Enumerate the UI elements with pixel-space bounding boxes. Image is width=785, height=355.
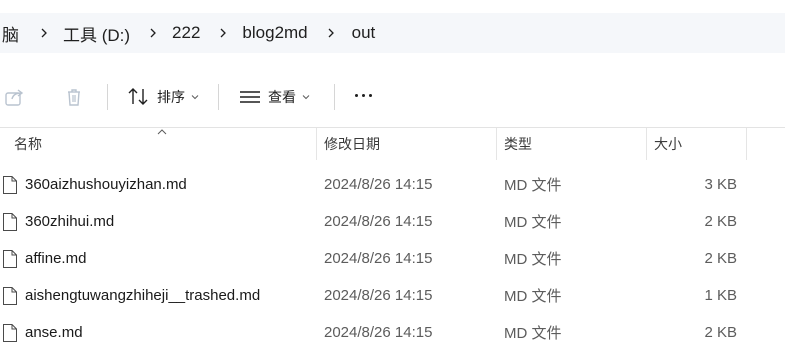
trash-icon[interactable] <box>63 86 85 108</box>
column-header-size[interactable]: 大小 <box>654 128 682 160</box>
view-label: 查看 <box>268 89 296 105</box>
share-icon[interactable] <box>4 86 26 108</box>
file-name: 360zhihui.md <box>25 213 115 230</box>
chevron-down-icon <box>302 95 310 100</box>
column-header-date[interactable]: 修改日期 <box>324 128 380 160</box>
file-size: 3 KB <box>704 176 737 193</box>
breadcrumb-item-222[interactable]: 222 <box>172 23 200 43</box>
file-size: 2 KB <box>704 213 737 230</box>
file-date: 2024/8/26 14:15 <box>324 250 433 267</box>
sort-label: 排序 <box>157 89 185 105</box>
chevron-right-icon[interactable] <box>206 28 240 38</box>
view-list-icon <box>240 91 260 103</box>
file-name: anse.md <box>25 324 83 341</box>
file-icon <box>3 324 17 342</box>
column-divider[interactable] <box>646 128 647 160</box>
file-type: MD 文件 <box>504 325 562 342</box>
file-type: MD 文件 <box>504 251 562 268</box>
command-bar: 排序 查看 <box>0 74 785 120</box>
file-row[interactable]: 360aizhushouyizhan.md 2024/8/26 14:15 MD… <box>0 166 785 203</box>
file-icon <box>3 176 17 194</box>
column-divider[interactable] <box>316 128 317 160</box>
file-row[interactable]: anse.md 2024/8/26 14:15 MD 文件 2 KB <box>0 314 785 351</box>
view-button[interactable]: 查看 <box>238 84 310 110</box>
column-header-type[interactable]: 类型 <box>504 128 532 160</box>
breadcrumb-item-blog2md[interactable]: blog2md <box>242 23 307 43</box>
breadcrumb-item-computer[interactable]: 脑 <box>2 21 19 46</box>
sort-button[interactable]: 排序 <box>127 84 199 110</box>
file-row[interactable]: 360zhihui.md 2024/8/26 14:15 MD 文件 2 KB <box>0 203 785 240</box>
column-header: 名称 修改日期 类型 大小 <box>0 128 785 160</box>
file-name: affine.md <box>25 250 87 267</box>
column-header-name[interactable]: 名称 <box>14 128 42 160</box>
chevron-right-icon[interactable] <box>314 28 348 38</box>
file-date: 2024/8/26 14:15 <box>324 287 433 304</box>
breadcrumb-item-out[interactable]: out <box>352 23 376 43</box>
file-type: MD 文件 <box>504 288 562 305</box>
file-type: MD 文件 <box>504 177 562 194</box>
file-row[interactable]: affine.md 2024/8/26 14:15 MD 文件 2 KB <box>0 240 785 277</box>
toolbar-divider <box>218 84 219 110</box>
file-name: aishengtuwangzhiheji__trashed.md <box>25 287 261 304</box>
breadcrumb-item-drive[interactable]: 工具 (D:) <box>63 21 130 46</box>
file-date: 2024/8/26 14:15 <box>324 176 433 193</box>
file-icon <box>3 287 17 305</box>
file-size: 2 KB <box>704 250 737 267</box>
toolbar-divider <box>334 84 335 110</box>
toolbar-divider <box>107 84 108 110</box>
file-name: 360aizhushouyizhan.md <box>25 176 187 193</box>
file-row[interactable]: aishengtuwangzhiheji__trashed.md 2024/8/… <box>0 277 785 314</box>
file-icon <box>3 250 17 268</box>
sort-icon <box>128 88 148 105</box>
file-size: 1 KB <box>704 287 737 304</box>
chevron-right-icon[interactable] <box>136 28 170 38</box>
file-icon <box>3 213 17 231</box>
chevron-down-icon <box>191 95 199 100</box>
sort-ascending-icon <box>157 129 167 135</box>
file-type: MD 文件 <box>504 214 562 231</box>
column-divider[interactable] <box>746 128 747 160</box>
more-icon[interactable] <box>355 94 372 97</box>
column-divider[interactable] <box>496 128 497 160</box>
file-size: 2 KB <box>704 324 737 341</box>
chevron-right-icon[interactable] <box>27 28 61 38</box>
file-date: 2024/8/26 14:15 <box>324 213 433 230</box>
address-bar[interactable]: 脑 工具 (D:) 222 blog2md out <box>0 13 785 53</box>
file-date: 2024/8/26 14:15 <box>324 324 433 341</box>
